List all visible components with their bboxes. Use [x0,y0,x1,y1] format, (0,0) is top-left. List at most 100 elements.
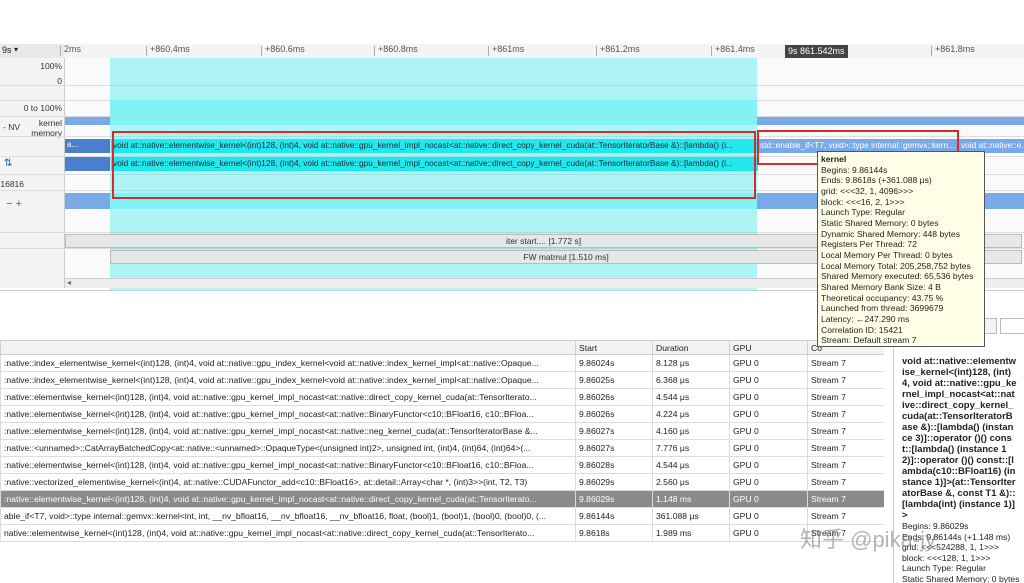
cell-gpu: GPU 0 [729,371,808,389]
ruler-tick-label: 2ms [59,44,82,56]
table-row[interactable]: able_if<T7, void>::type internal::gemvx:… [0,507,884,525]
filter-input[interactable] [1000,318,1024,334]
cell-stream: Stream 7 [807,490,884,508]
cell-duration: 4.544 μs [652,456,730,474]
tooltip-line: Local Memory Total: 205,258,752 bytes [821,260,971,271]
tooltip-line: Local Memory Per Thread: 0 bytes [821,249,953,260]
cell-name: :native::elementwise_kernel<(int)128, (i… [0,490,576,508]
cell-gpu: GPU 0 [729,439,808,457]
memory-activity-bar [65,117,110,125]
table-row[interactable]: :native::index_elementwise_kernel<(int)1… [0,371,884,389]
filter-button[interactable] [983,318,997,334]
pct-top-label: 100% [40,61,62,71]
cell-gpu: GPU 0 [729,524,808,542]
cell-start: 9.86029s [575,490,653,508]
cell-duration: 8.128 μs [652,354,730,372]
cell-name: :native::elementwise_kernel<(int)128, (i… [0,456,576,474]
ruler-ticks: 2ms +860.4ms +860.6ms +860.8ms +861ms +861.2m… [0,44,1024,58]
cell-start: 9.86026s [575,388,653,406]
ruler-tick-label: +861ms [487,44,525,56]
id-fragment-label: 16816 [0,179,24,189]
cell-duration: 4.224 μs [652,405,730,423]
cell-duration: 1.989 ms [652,524,730,542]
table-row[interactable]: :native::vectorized_elementwise_kernel<(… [0,473,884,491]
tooltip-line: Dynamic Shared Memory: 448 bytes [821,228,960,239]
cell-stream: Stream 7 [807,388,884,406]
cell-stream: Stream 7 [807,456,884,474]
memory-activity-bar [110,117,757,125]
table-row[interactable]: native::elementwise_kernel<(int)128, (in… [0,524,884,542]
tooltip-line: Shared Memory Bank Size: 4 B [821,281,941,292]
cell-start: 9.86028s [575,456,653,474]
scroll-left-icon[interactable]: ◂ [67,278,71,287]
tooltip-line: grid: <<<32, 1, 4096>>> [821,185,914,196]
cell-start: 9.86026s [575,405,653,423]
col-header-start[interactable]: Start [575,340,653,355]
ruler-tick-label: +861.4ms [711,44,755,56]
sort-arrows-icon[interactable]: ⇅ [4,158,12,169]
cell-name: :native::elementwise_kernel<(int)128, (i… [0,405,576,423]
cell-duration: 4.160 μs [652,422,730,440]
toolbar-blank-area [0,0,1024,44]
cursor-time-flag: 9s 861.542ms [785,45,848,58]
stream-activity-bar [65,193,110,209]
cell-name: :native::index_elementwise_kernel<(int)1… [0,354,576,372]
tooltip-line: block: <<<16, 2, 1>>> [821,196,905,207]
tooltip-line: Static Shared Memory: 0 bytes [821,217,939,228]
detail-title: void at::native::elementwise_kernel<(int… [902,356,1017,521]
cell-name: :native::elementwise_kernel<(int)128, (i… [0,422,576,440]
cell-gpu: GPU 0 [729,405,808,423]
cell-name: native::elementwise_kernel<(int)128, (in… [0,524,576,542]
cell-duration: 4.544 μs [652,388,730,406]
ruler-tick-label: +861.2ms [596,44,640,56]
nv-row-label[interactable]: - NV [3,122,20,132]
table-header-row: Start Duration GPU Co [0,340,884,355]
col-header-name[interactable] [0,340,576,355]
col-header-duration[interactable]: Duration [652,340,730,355]
cell-stream: Stream 7 [807,439,884,457]
tooltip-title: kernel [821,154,847,164]
cell-gpu: GPU 0 [729,388,808,406]
cell-name: :native::<unnamed>::CatArrayBatchedCopy<… [0,439,576,457]
table-row[interactable]: :native::elementwise_kernel<(int)128, (i… [0,405,884,423]
cell-start: 9.86027s [575,422,653,440]
cell-stream: Stream 7 [807,405,884,423]
cell-gpu: GPU 0 [729,490,808,508]
cell-duration: 1.148 ms [652,490,730,508]
cell-start: 9.86027s [575,439,653,457]
gpu-utilization-bar [110,100,757,116]
table-row[interactable]: :native::<unnamed>::CatArrayBatchedCopy<… [0,439,884,457]
kernel-tooltip: kernel Begins: 9.86144s Ends: 9.8618s (+36… [817,151,985,347]
table-row[interactable]: :native::elementwise_kernel<(int)128, (i… [0,388,884,406]
kernel-row2-prefix[interactable] [65,157,110,171]
cell-gpu: GPU 0 [729,456,808,474]
cell-name: :native::elementwise_kernel<(int)128, (i… [0,388,576,406]
kernel-row-label[interactable]: kernel [39,118,62,128]
ruler-tick-label: +860.8ms [374,44,418,56]
table-row[interactable]: :native::elementwise_kernel<(int)128, (i… [0,490,884,508]
cell-start: 9.86144s [575,507,653,525]
cell-start: 9.86024s [575,354,653,372]
tooltip-line: Latency: ←247.290 ms [821,313,910,324]
cell-duration: 2.560 μs [652,473,730,491]
pct-range-label: 0 to 100% [23,103,62,113]
cell-name: :native::index_elementwise_kernel<(int)1… [0,371,576,389]
events-table[interactable]: Start Duration GPU Co :native::index_ele… [0,340,884,583]
expand-collapse-icons[interactable]: − + [6,198,22,210]
tooltip-line: Begins: 9.86144s [821,164,888,175]
cell-start: 9.8618s [575,524,653,542]
col-header-gpu[interactable]: GPU [729,340,808,355]
ruler-tick-label: +860.4ms [146,44,190,56]
tooltip-line: Shared Memory executed: 65,536 bytes [821,271,974,282]
cell-duration: 7.776 μs [652,439,730,457]
highlight-frame-elementwise [112,131,756,199]
cell-stream: Stream 7 [807,422,884,440]
kernel-small-label: a... [67,140,79,149]
cell-start: 9.86029s [575,473,653,491]
table-row[interactable]: :native::elementwise_kernel<(int)128, (i… [0,456,884,474]
cell-stream: Stream 7 [807,473,884,491]
kernel-row1-prefix[interactable]: a... [65,139,110,153]
table-row[interactable]: :native::elementwise_kernel<(int)128, (i… [0,422,884,440]
cell-stream: Stream 7 [807,371,884,389]
table-row[interactable]: :native::index_elementwise_kernel<(int)1… [0,354,884,372]
